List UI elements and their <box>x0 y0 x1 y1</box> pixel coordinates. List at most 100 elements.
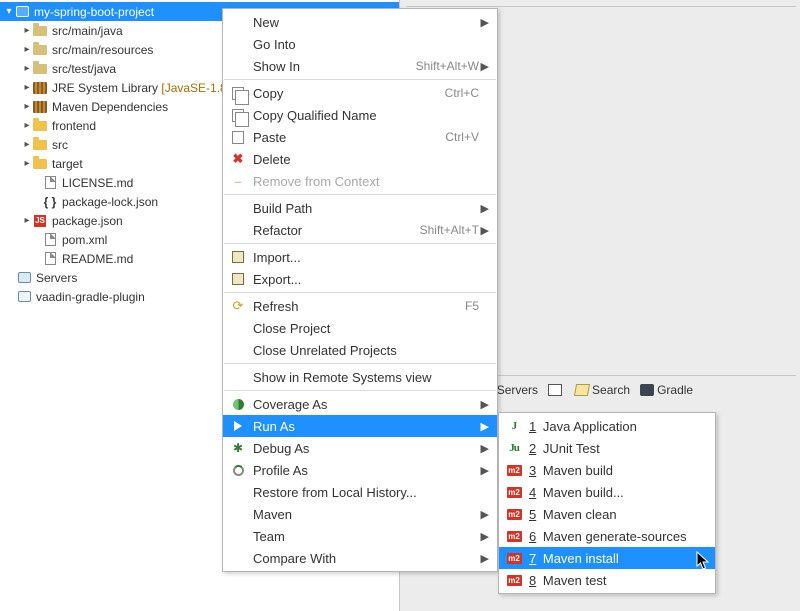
submenu-item-label: 3 Maven build <box>529 463 707 478</box>
twisty-icon[interactable]: ▸ <box>22 102 32 112</box>
tree-item-icon <box>16 270 32 286</box>
menu-item[interactable]: Close Unrelated Projects <box>223 339 497 361</box>
menu-item[interactable]: Compare With▶ <box>223 547 497 569</box>
tree-item-icon <box>32 137 48 153</box>
view-tab[interactable]: Gradle <box>640 383 693 397</box>
menu-item[interactable]: ✱Debug As▶ <box>223 437 497 459</box>
m2-icon: m2 <box>505 528 523 544</box>
menu-item[interactable]: PasteCtrl+V <box>223 126 497 148</box>
submenu-item[interactable]: m24 Maven build... <box>499 481 715 503</box>
menu-item-accel: F5 <box>455 299 479 313</box>
runas-submenu: J1 Java Application Ju 2 JUnit Test m2 3 Mav… <box>498 412 716 594</box>
menu-item-label: Build Path <box>253 201 479 216</box>
menu-item-label: Refresh <box>253 299 455 314</box>
junit-icon: Ju <box>505 440 523 456</box>
m2-icon: m2 <box>505 572 523 588</box>
menu-item[interactable]: Close Project <box>223 317 497 339</box>
tree-item-icon: JS <box>32 213 48 229</box>
menu-item[interactable]: Maven▶ <box>223 503 497 525</box>
menu-item[interactable]: Export... <box>223 268 497 290</box>
menu-item-label: Debug As <box>253 441 479 456</box>
tree-item-icon <box>32 156 48 172</box>
submenu-item-label: 6 Maven generate-sources <box>529 529 707 544</box>
menu-item[interactable]: Profile As▶ <box>223 459 497 481</box>
menu-item-label: Import... <box>253 250 479 265</box>
menu-item[interactable]: ✖Delete <box>223 148 497 170</box>
twisty-icon[interactable]: ▸ <box>22 159 32 169</box>
coverage-icon <box>229 396 247 412</box>
tree-item-icon <box>32 118 48 134</box>
menu-item-label: Copy Qualified Name <box>253 108 479 123</box>
menu-item[interactable]: Show in Remote Systems view <box>223 366 497 388</box>
submenu-item-label: 8 Maven test <box>529 573 707 588</box>
menu-item-label: Team <box>253 529 479 544</box>
m2-icon: m2 <box>505 550 523 566</box>
tree-item-label: Maven Dependencies <box>52 100 168 114</box>
menu-item-label: Show in Remote Systems view <box>253 370 479 385</box>
twisty-icon[interactable]: ▸ <box>22 140 32 150</box>
twisty-icon[interactable]: ▸ <box>22 121 32 131</box>
view-tab[interactable]: Search <box>575 383 630 397</box>
twisty-icon[interactable]: ▸ <box>22 64 32 74</box>
submenu-item[interactable]: m25 Maven clean <box>499 503 715 525</box>
submenu-item-label: 4 Maven build... <box>529 485 707 500</box>
tree-item-label: LICENSE.md <box>62 176 133 190</box>
submenu-item[interactable]: m2 8 Maven test <box>499 569 715 591</box>
menu-item[interactable]: New▶ <box>223 11 497 33</box>
menu-item[interactable]: Import... <box>223 246 497 268</box>
submenu-item[interactable]: J1 Java Application <box>499 415 715 437</box>
submenu-item[interactable]: m2 6 Maven generate-sources <box>499 525 715 547</box>
menu-item[interactable]: Run As▶ <box>223 415 497 437</box>
menu-separator <box>224 243 496 244</box>
menu-item[interactable]: Show InShift+Alt+W▶ <box>223 55 497 77</box>
submenu-arrow-icon: ▶ <box>479 60 489 73</box>
menu-item[interactable]: Team▶ <box>223 525 497 547</box>
exp-icon <box>229 271 247 287</box>
submenu-item[interactable]: Ju 2 JUnit Test <box>499 437 715 459</box>
submenu-item[interactable]: m2 7 Maven install <box>499 547 715 569</box>
submenu-arrow-icon: ▶ <box>479 552 489 565</box>
menu-item-accel: Ctrl+V <box>435 130 479 144</box>
m2-icon: m2 <box>505 462 523 478</box>
tree-item-label: package-lock.json <box>62 195 158 209</box>
view-tab-label: Gradle <box>657 383 693 397</box>
submenu-item-label: 2 JUnit Test <box>529 441 707 456</box>
submenu-arrow-icon: ▶ <box>479 530 489 543</box>
view-tab[interactable] <box>548 384 565 396</box>
menu-item[interactable]: Restore from Local History... <box>223 481 497 503</box>
submenu-item-label: 7 Maven install <box>529 551 707 566</box>
twisty-icon[interactable]: ▸ <box>22 83 32 93</box>
twisty-icon[interactable]: ▸ <box>22 216 32 226</box>
imp-icon <box>229 249 247 265</box>
tree-item-label: pom.xml <box>62 233 107 247</box>
paste-icon <box>229 129 247 145</box>
menu-item[interactable]: RefactorShift+Alt+T▶ <box>223 219 497 241</box>
tree-item-icon <box>32 23 48 39</box>
tree-item-label: src <box>52 138 68 152</box>
menu-item-label: Delete <box>253 152 479 167</box>
menu-item[interactable]: Coverage As▶ <box>223 393 497 415</box>
submenu-item[interactable]: m2 3 Maven build <box>499 459 715 481</box>
menu-item-icon <box>229 200 247 216</box>
java-icon: J <box>505 418 523 434</box>
twisty-icon[interactable]: ▸ <box>22 26 32 36</box>
menu-item-icon <box>229 506 247 522</box>
tree-item-icon <box>32 61 48 77</box>
menu-item-label: Coverage As <box>253 397 479 412</box>
menu-item[interactable]: Go Into <box>223 33 497 55</box>
menu-item[interactable]: ⟳ RefreshF5 <box>223 295 497 317</box>
twisty-icon[interactable]: ▸ <box>22 45 32 55</box>
menu-item[interactable]: Build Path▶ <box>223 197 497 219</box>
submenu-arrow-icon: ▶ <box>479 398 489 411</box>
menu-item[interactable]: Copy Qualified Name <box>223 104 497 126</box>
twisty-icon[interactable]: ▾ <box>4 7 14 17</box>
menu-item-label: Restore from Local History... <box>253 485 479 500</box>
submenu-arrow-icon: ▶ <box>479 202 489 215</box>
menu-item[interactable]: CopyCtrl+C <box>223 82 497 104</box>
tree-item-label: frontend <box>52 119 96 133</box>
tree-item-label: Servers <box>36 271 77 285</box>
refresh-icon: ⟳ <box>229 298 247 314</box>
tree-item-icon <box>32 99 48 115</box>
tree-item-icon <box>16 289 32 305</box>
menu-item-icon <box>229 369 247 385</box>
